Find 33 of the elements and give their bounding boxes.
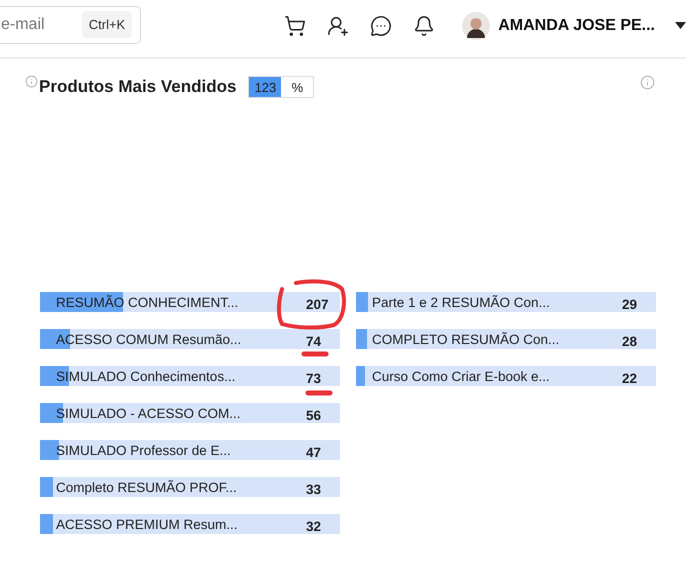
sales-count: 33 xyxy=(306,482,322,497)
panel-title: Produtos Mais Vendidos xyxy=(39,77,236,97)
shortcut-hint: Ctrl+K xyxy=(82,11,132,38)
sales-count: 32 xyxy=(306,519,322,534)
sales-count: 22 xyxy=(622,371,638,386)
product-name: COMPLETO RESUMÃO Con... xyxy=(372,332,560,346)
add-user-icon[interactable] xyxy=(327,14,350,36)
product-name: ACESSO COMUM Resumão... xyxy=(56,332,242,346)
product-name: SIMULADO Professor de E... xyxy=(56,442,232,458)
underline-mark xyxy=(305,389,333,397)
caret-icon[interactable] xyxy=(675,22,686,29)
product-name: Curso Como Criar E-book e... xyxy=(372,368,551,384)
sales-count: 73 xyxy=(306,371,322,386)
product-name: Completo RESUMÃO PROF... xyxy=(56,480,238,494)
sales-count: 56 xyxy=(306,408,322,423)
product-name: SIMULADO Conhecimentos... xyxy=(56,368,236,384)
product-name: SIMULADO - ACESSO COM... xyxy=(56,406,242,420)
sales-count: 47 xyxy=(306,445,322,460)
user-name[interactable]: AMANDA JOSE PE... xyxy=(498,16,655,34)
toggle-option[interactable]: 123 xyxy=(249,77,282,97)
chat-icon[interactable] xyxy=(370,14,392,36)
notification-icon[interactable] xyxy=(413,14,436,36)
cart-icon[interactable] xyxy=(284,14,306,36)
search-field[interactable]: e-mail Ctrl+K xyxy=(0,6,142,44)
sales-count: 74 xyxy=(306,334,322,349)
product-name: Parte 1 e 2 RESUMÃO Con... xyxy=(372,294,551,310)
sales-count: 207 xyxy=(306,297,329,312)
underline-mark xyxy=(301,350,329,358)
sales-count: 28 xyxy=(622,334,638,349)
sales-count: 29 xyxy=(622,297,638,312)
product-name: ACESSO PREMIUM Resum... xyxy=(56,516,239,532)
search-input[interactable]: e-mail xyxy=(1,16,81,34)
avatar[interactable] xyxy=(462,12,490,40)
